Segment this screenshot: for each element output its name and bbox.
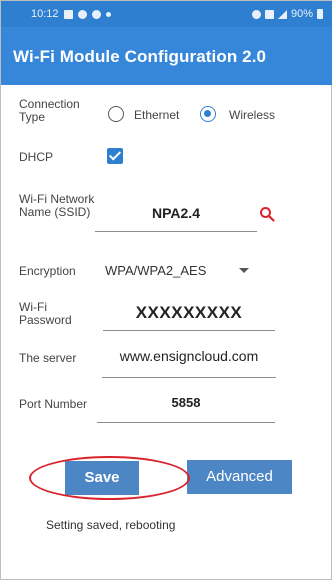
radio-wireless-label[interactable]: Wireless — [229, 108, 275, 122]
dhcp-label: DHCP — [19, 150, 54, 164]
server-label: The server — [19, 351, 77, 365]
app-bar: Wi-Fi Module Configuration 2.0 — [1, 27, 332, 85]
app-icon — [91, 9, 101, 19]
wifi-icon — [264, 9, 274, 19]
phone-screen: 10:12 90% Wi-Fi Module Configuration 2.0… — [0, 0, 332, 580]
app-title: Wi-Fi Module Configuration 2.0 — [13, 47, 267, 66]
save-highlight-annotation — [29, 456, 190, 500]
encryption-label: Encryption — [19, 264, 76, 278]
password-input[interactable]: XXXXXXXXX — [103, 303, 275, 331]
search-icon[interactable] — [259, 206, 275, 222]
port-input[interactable]: 5858 — [97, 393, 275, 423]
ssid-label: Wi-Fi Network Name (SSID) — [19, 192, 95, 219]
server-value: www.ensigncloud.com — [119, 348, 259, 364]
advanced-button[interactable]: Advanced — [187, 460, 292, 494]
status-time: 10:12 — [31, 8, 59, 20]
location-icon — [77, 9, 87, 19]
password-value: XXXXXXXXX — [135, 303, 243, 322]
status-message: Setting saved, rebooting — [46, 518, 176, 532]
radio-wireless[interactable] — [200, 106, 216, 122]
alarm-icon — [251, 9, 261, 19]
chevron-down-icon[interactable] — [239, 268, 249, 273]
radio-ethernet-label[interactable]: Ethernet — [134, 108, 179, 122]
encryption-select[interactable]: WPA/WPA2_AES — [105, 263, 206, 278]
status-bar-right: 90% — [251, 8, 323, 20]
signal-icon — [277, 9, 287, 19]
status-bar: 10:12 90% — [1, 1, 332, 27]
dot-icon — [105, 11, 111, 17]
port-label: Port Number — [19, 397, 88, 411]
status-bar-left: 10:12 — [31, 8, 111, 20]
connection-type-label: Connection Type — [19, 97, 80, 124]
password-label: Wi-Fi Password — [19, 300, 72, 327]
ssid-input[interactable]: NPA2.4 — [95, 205, 257, 232]
radio-ethernet[interactable] — [108, 106, 124, 122]
battery-icon — [317, 9, 323, 19]
ssid-value: NPA2.4 — [152, 205, 200, 221]
port-value: 5858 — [171, 395, 201, 410]
dhcp-checkbox[interactable] — [107, 148, 123, 164]
battery-percent: 90% — [290, 8, 313, 20]
gallery-icon — [63, 9, 73, 19]
server-input[interactable]: www.ensigncloud.com — [102, 345, 276, 378]
